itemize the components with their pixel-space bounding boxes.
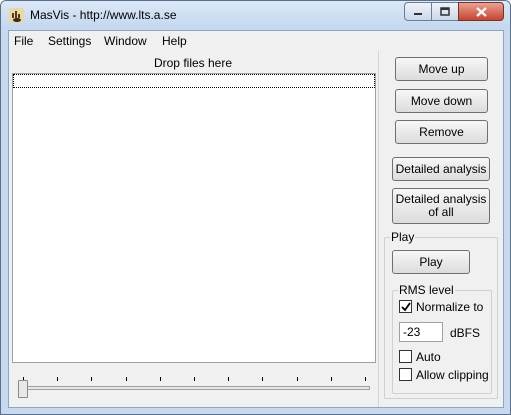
menu-file[interactable]: File xyxy=(14,34,33,48)
minimize-icon xyxy=(414,12,422,15)
play-button[interactable]: Play xyxy=(392,250,470,274)
maximize-icon xyxy=(440,7,450,16)
dbfs-unit-label: dBFS xyxy=(450,326,481,340)
play-group: Play Play RMS level Normalize to -23 dBF… xyxy=(384,230,498,399)
slider-tick xyxy=(159,377,161,381)
close-button[interactable] xyxy=(458,2,504,21)
allow-clipping-label: Allow clipping xyxy=(416,368,489,382)
remove-button[interactable]: Remove xyxy=(395,120,488,144)
caption-buttons xyxy=(404,2,504,21)
slider-tick xyxy=(296,377,298,381)
file-list[interactable] xyxy=(12,73,376,363)
play-group-title: Play xyxy=(390,230,416,244)
move-up-button[interactable]: Move up xyxy=(395,57,488,81)
auto-label: Auto xyxy=(416,350,441,364)
file-list-focus-row[interactable] xyxy=(13,74,375,88)
slider-tick xyxy=(228,377,230,381)
rms-level-group: RMS level Normalize to -23 dBFS Auto All… xyxy=(392,283,492,394)
detailed-analysis-button[interactable]: Detailed analysis xyxy=(392,157,490,181)
checkmark-icon xyxy=(400,301,411,311)
slider-tick xyxy=(365,377,366,381)
menu-help[interactable]: Help xyxy=(162,34,187,48)
slider-thumb[interactable] xyxy=(18,380,28,398)
slider-tick xyxy=(91,377,93,381)
client-area: File Settings Window Help Drop files her… xyxy=(8,30,504,408)
auto-checkbox[interactable] xyxy=(399,350,412,363)
menu-settings[interactable]: Settings xyxy=(48,34,91,48)
menu-window[interactable]: Window xyxy=(104,34,147,48)
title-bar[interactable]: MasVis - http://www.lts.a.se xyxy=(1,1,510,29)
close-icon xyxy=(475,6,487,17)
slider-tick xyxy=(262,377,264,381)
slider-tick xyxy=(125,377,127,381)
slider-tick xyxy=(330,377,332,381)
minimize-button[interactable] xyxy=(404,2,431,21)
drop-files-label: Drop files here xyxy=(153,56,233,70)
rms-level-input[interactable]: -23 xyxy=(399,322,443,342)
move-down-button[interactable]: Move down xyxy=(395,89,488,113)
detailed-analysis-all-button[interactable]: Detailed analysis of all xyxy=(392,188,490,224)
slider-tick xyxy=(194,377,195,381)
masvis-app-icon xyxy=(9,8,24,23)
menu-bar: File Settings Window Help xyxy=(9,31,503,51)
app-window: MasVis - http://www.lts.a.se File Settin… xyxy=(0,0,511,415)
normalize-checkbox[interactable] xyxy=(399,300,412,313)
window-title: MasVis - http://www.lts.a.se xyxy=(30,8,177,22)
allow-clipping-checkbox[interactable] xyxy=(399,368,412,381)
control-panel: Move up Move down Remove Detailed analys… xyxy=(378,51,503,407)
rms-level-group-title: RMS level xyxy=(398,283,455,297)
maximize-button[interactable] xyxy=(431,2,458,21)
slider-tick xyxy=(57,377,59,381)
position-slider[interactable] xyxy=(14,369,374,398)
normalize-label: Normalize to xyxy=(416,300,484,314)
slider-track[interactable] xyxy=(18,386,370,390)
